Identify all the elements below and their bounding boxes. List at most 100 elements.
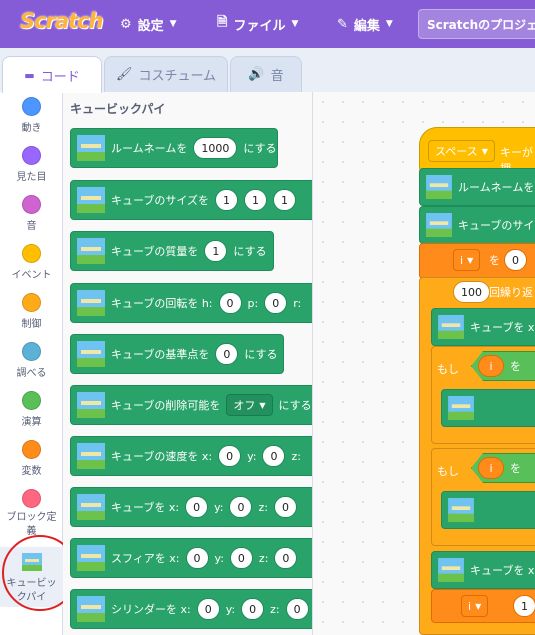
number-input[interactable]: 1	[215, 189, 239, 211]
cubic-pie-icon	[426, 213, 452, 237]
palette-title: キュービックパイ	[70, 102, 166, 116]
palette-block-cube-deletable[interactable]: キューブの削除可能を オフ ▼ にする	[70, 385, 312, 425]
palette-block-cube-mass[interactable]: キューブの質量を 1 にする	[70, 231, 274, 271]
ws-condition[interactable]: i を	[471, 453, 535, 483]
palette-block-cube-rotation[interactable]: キューブの回転を h: 0 p: 0 r:	[70, 283, 312, 323]
cubic-pie-icon	[426, 175, 452, 199]
tab-code[interactable]: ▬ コード	[2, 56, 102, 93]
number-input[interactable]: 0	[504, 249, 527, 271]
cubic-pie-icon	[448, 396, 474, 420]
variable-dropdown[interactable]: i ▼	[461, 595, 489, 617]
chevron-down-icon: ▼	[169, 19, 177, 29]
ws-block-cube-action[interactable]	[441, 389, 535, 427]
script-workspace[interactable]: スペース ▼ キーが押 ルームネームを キューブのサイ i ▼ を 0 100 …	[313, 92, 535, 635]
number-input[interactable]: 0	[229, 547, 253, 569]
block-text: にする	[233, 245, 267, 258]
edit-menu[interactable]: ✎ 編集 ▼	[337, 0, 393, 48]
chevron-down-icon: ▼	[481, 146, 488, 156]
ws-block-cube-size[interactable]: キューブのサイ	[419, 206, 535, 244]
number-input[interactable]: 1	[204, 240, 228, 262]
cubic-pie-icon	[77, 238, 105, 264]
palette-block-cylinder-create[interactable]: シリンダーを x: 0 y: 0 z: 0	[70, 589, 312, 629]
number-input[interactable]: 0	[273, 496, 297, 518]
number-input[interactable]: 0	[196, 598, 220, 620]
number-input[interactable]: 0	[218, 445, 242, 467]
number-input[interactable]: 0	[274, 547, 298, 569]
chevron-down-icon: ▼	[291, 19, 299, 29]
tab-costumes[interactable]: 🖌 コスチューム	[104, 56, 228, 92]
number-input[interactable]: 0	[185, 547, 209, 569]
cubic-pie-icon	[77, 187, 105, 213]
block-text: キューブを x	[470, 564, 535, 577]
tab-sounds-label: 音	[270, 69, 284, 84]
ws-block-cube-action[interactable]	[441, 491, 535, 529]
cubic-pie-icon	[438, 558, 464, 582]
key-dropdown[interactable]: スペース ▼	[428, 140, 495, 162]
speaker-icon: 🔊	[248, 67, 265, 82]
cubic-pie-icon	[77, 545, 105, 571]
category-cubic-pie[interactable]: キュービックパイ	[0, 547, 63, 607]
number-input[interactable]: 0	[215, 343, 239, 365]
cubic-pie-icon	[77, 443, 105, 469]
block-text: y:	[225, 602, 236, 616]
variable-reporter[interactable]: i	[478, 457, 504, 479]
block-text: スフィアを x:	[111, 552, 180, 565]
number-input[interactable]: 1000	[193, 137, 238, 159]
category-motion[interactable]: 動き	[0, 97, 63, 134]
category-label: 見た目	[16, 172, 47, 183]
category-events[interactable]: イベント	[0, 244, 63, 281]
block-text: シリンダーを x:	[111, 603, 191, 616]
category-sensing[interactable]: 調べる	[0, 342, 63, 379]
category-control[interactable]: 制御	[0, 293, 63, 330]
number-input[interactable]: 0	[285, 598, 309, 620]
number-input[interactable]: 100	[453, 281, 490, 303]
tab-sounds[interactable]: 🔊 音	[230, 56, 302, 92]
block-text: キューブを x	[470, 321, 535, 334]
palette-block-sphere-create[interactable]: スフィアを x: 0 y: 0 z: 0	[70, 538, 312, 578]
number-input[interactable]: 1	[244, 189, 268, 211]
ws-block-cube-x-2[interactable]: キューブを x	[431, 551, 535, 589]
block-text: もし	[437, 465, 459, 478]
block-text: キューブの質量を	[111, 245, 199, 258]
file-icon: 🗎	[217, 15, 228, 30]
number-input[interactable]: 1	[513, 595, 535, 617]
palette-block-cube-velocity[interactable]: キューブの速度を x: 0 y: 0 z:	[70, 436, 312, 476]
category-sound[interactable]: 音	[0, 195, 63, 232]
category-my-blocks[interactable]: ブロック定義	[0, 489, 63, 539]
tab-costumes-label: コスチューム	[138, 69, 217, 84]
category-looks[interactable]: 見た目	[0, 146, 63, 183]
file-menu[interactable]: 🗎 ファイル ▼	[217, 0, 298, 48]
number-input[interactable]: 0	[241, 598, 265, 620]
ws-block-room-name[interactable]: ルームネームを	[419, 168, 535, 206]
settings-menu[interactable]: ⚙ 設定 ▼	[120, 0, 177, 48]
category-variables[interactable]: 変数	[0, 440, 63, 477]
deletable-dropdown[interactable]: オフ ▼	[226, 394, 273, 416]
palette-block-cube-create[interactable]: キューブを x: 0 y: 0 z: 0	[70, 487, 312, 527]
project-title-input[interactable]: Scratchのプロジェ	[418, 9, 535, 39]
ws-block-cube-x[interactable]: キューブを x	[431, 308, 535, 346]
number-input[interactable]: 0	[229, 496, 253, 518]
number-input[interactable]: 0	[218, 292, 242, 314]
number-input[interactable]: 1	[273, 189, 297, 211]
category-label: キュービックパイ	[6, 578, 57, 603]
palette-block-cube-size[interactable]: キューブのサイズを 1 1 1	[70, 180, 312, 220]
ws-condition[interactable]: i を	[471, 351, 535, 381]
cubic-pie-icon	[438, 315, 464, 339]
block-text: z:	[258, 500, 268, 514]
number-input[interactable]: 0	[262, 445, 286, 467]
category-dot	[22, 293, 41, 312]
block-text: にする	[243, 142, 277, 155]
cubic-pie-icon	[448, 498, 474, 522]
number-input[interactable]: 0	[264, 292, 288, 314]
scratch-logo[interactable]: Scratch	[20, 9, 104, 33]
block-text: 回繰り返	[489, 286, 533, 299]
palette-block-room-name[interactable]: ルームネームを 1000 にする	[70, 128, 278, 168]
block-text: キューブの回転を h:	[111, 297, 213, 310]
category-operators[interactable]: 演算	[0, 391, 63, 428]
variable-reporter[interactable]: i	[478, 355, 504, 377]
category-dot	[22, 244, 41, 263]
category-menu: 動き 見た目 音 イベント 制御 調べる 演算 変数 ブロック定義 キュービック…	[0, 92, 63, 635]
palette-block-cube-origin[interactable]: キューブの基準点を 0 にする	[70, 334, 284, 374]
variable-dropdown[interactable]: i ▼	[453, 249, 481, 271]
number-input[interactable]: 0	[185, 496, 209, 518]
